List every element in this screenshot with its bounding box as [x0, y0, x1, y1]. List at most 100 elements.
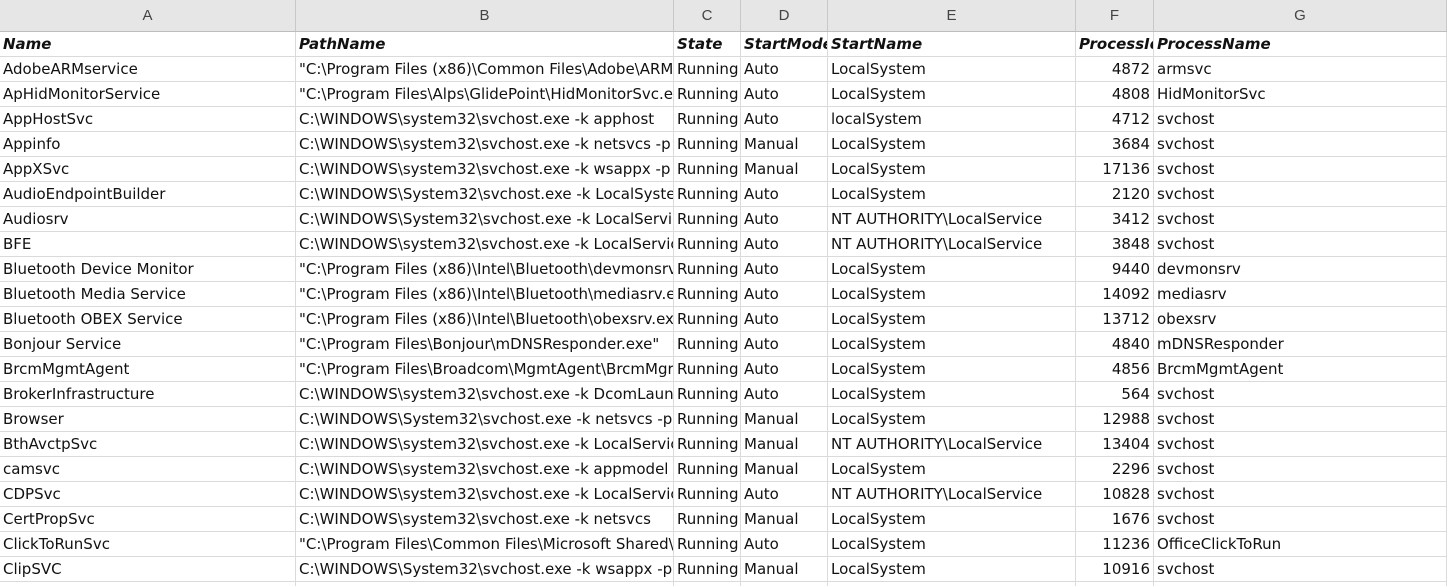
cell-processname[interactable]: svchost	[1154, 557, 1447, 581]
cell-pathname[interactable]: C:\WINDOWS\system32\svchost.exe -k appmo…	[296, 457, 674, 481]
cell-state[interactable]: Running	[674, 282, 741, 306]
cell-startname[interactable]: LocalSystem	[828, 332, 1076, 356]
cell-name[interactable]: Browser	[0, 407, 296, 431]
cell-processid[interactable]: 11236	[1076, 532, 1154, 556]
cell-name[interactable]: BthAvctpSvc	[0, 432, 296, 456]
cell-name[interactable]: CoreMessagingRegistrar	[0, 582, 296, 586]
cell-startmode[interactable]: Auto	[741, 582, 828, 586]
cell-state[interactable]: Running	[674, 582, 741, 586]
cell-processname[interactable]: BrcmMgmtAgent	[1154, 357, 1447, 381]
cell-processname[interactable]: svchost	[1154, 132, 1447, 156]
cell-name[interactable]: camsvc	[0, 457, 296, 481]
cell-startmode[interactable]: Manual	[741, 557, 828, 581]
cell-processid[interactable]: 10828	[1076, 482, 1154, 506]
cell-processname[interactable]: svchost	[1154, 382, 1447, 406]
cell-pathname[interactable]: "C:\Program Files (x86)\Intel\Bluetooth\…	[296, 257, 674, 281]
cell-startmode[interactable]: Auto	[741, 232, 828, 256]
cell-processname[interactable]: svchost	[1154, 507, 1447, 531]
cell-name[interactable]: Bonjour Service	[0, 332, 296, 356]
cell-processid[interactable]: 1748	[1076, 582, 1154, 586]
cell-processid[interactable]: 2120	[1076, 182, 1154, 206]
cell-processname[interactable]: armsvc	[1154, 57, 1447, 81]
cell-pathname[interactable]: "C:\Program Files\Alps\GlidePoint\HidMon…	[296, 82, 674, 106]
cell-startmode[interactable]: Auto	[741, 182, 828, 206]
cell-state[interactable]: Running	[674, 257, 741, 281]
cell-state[interactable]: Running	[674, 207, 741, 231]
header-cell-name[interactable]: Name	[0, 32, 296, 56]
cell-pathname[interactable]: "C:\Program Files\Broadcom\MgmtAgent\Brc…	[296, 357, 674, 381]
cell-startname[interactable]: LocalSystem	[828, 132, 1076, 156]
cell-state[interactable]: Running	[674, 332, 741, 356]
cell-startname[interactable]: LocalSystem	[828, 157, 1076, 181]
cell-startmode[interactable]: Auto	[741, 107, 828, 131]
cell-startmode[interactable]: Auto	[741, 332, 828, 356]
cell-processid[interactable]: 1676	[1076, 507, 1154, 531]
cell-pathname[interactable]: "C:\Program Files (x86)\Intel\Bluetooth\…	[296, 282, 674, 306]
cell-name[interactable]: AppXSvc	[0, 157, 296, 181]
cell-processname[interactable]: OfficeClickToRun	[1154, 532, 1447, 556]
cell-startname[interactable]: NT AUTHORITY\LocalService	[828, 207, 1076, 231]
cell-pathname[interactable]: C:\WINDOWS\system32\svchost.exe -k appho…	[296, 107, 674, 131]
cell-startname[interactable]: LocalSystem	[828, 407, 1076, 431]
cell-pathname[interactable]: C:\WINDOWS\system32\svchost.exe -k netsv…	[296, 132, 674, 156]
cell-processname[interactable]: HidMonitorSvc	[1154, 82, 1447, 106]
cell-startmode[interactable]: Auto	[741, 532, 828, 556]
cell-state[interactable]: Running	[674, 382, 741, 406]
cell-startname[interactable]: LocalSystem	[828, 182, 1076, 206]
cell-processid[interactable]: 4808	[1076, 82, 1154, 106]
cell-startname[interactable]: LocalSystem	[828, 357, 1076, 381]
cell-pathname[interactable]: C:\WINDOWS\System32\svchost.exe -k Local…	[296, 182, 674, 206]
cell-startname[interactable]: LocalSystem	[828, 557, 1076, 581]
cell-state[interactable]: Running	[674, 82, 741, 106]
cell-pathname[interactable]: "C:\Program Files (x86)\Intel\Bluetooth\…	[296, 307, 674, 331]
cell-startname[interactable]: LocalSystem	[828, 382, 1076, 406]
column-header-e[interactable]: E	[828, 0, 1076, 31]
cell-startmode[interactable]: Manual	[741, 457, 828, 481]
cell-name[interactable]: Bluetooth Device Monitor	[0, 257, 296, 281]
column-header-c[interactable]: C	[674, 0, 741, 31]
cell-pathname[interactable]: C:\WINDOWS\system32\svchost.exe -k DcomL…	[296, 382, 674, 406]
header-cell-pathname[interactable]: PathName	[296, 32, 674, 56]
cell-name[interactable]: BFE	[0, 232, 296, 256]
cell-name[interactable]: ClickToRunSvc	[0, 532, 296, 556]
cell-processid[interactable]: 13404	[1076, 432, 1154, 456]
cell-startmode[interactable]: Auto	[741, 282, 828, 306]
cell-state[interactable]: Running	[674, 532, 741, 556]
cell-processname[interactable]: svchost	[1154, 157, 1447, 181]
cell-name[interactable]: Appinfo	[0, 132, 296, 156]
cell-pathname[interactable]: C:\WINDOWS\system32\svchost.exe -k netsv…	[296, 507, 674, 531]
cell-pathname[interactable]: C:\WINDOWS\system32\svchost.exe -k Local…	[296, 432, 674, 456]
cell-pathname[interactable]: "C:\Program Files\Common Files\Microsoft…	[296, 532, 674, 556]
cell-startname[interactable]: NT AUTHORITY\LocalService	[828, 582, 1076, 586]
cell-state[interactable]: Running	[674, 432, 741, 456]
cell-state[interactable]: Running	[674, 482, 741, 506]
cell-startname[interactable]: localSystem	[828, 107, 1076, 131]
cell-startname[interactable]: LocalSystem	[828, 307, 1076, 331]
cell-state[interactable]: Running	[674, 57, 741, 81]
cell-state[interactable]: Running	[674, 407, 741, 431]
cell-startmode[interactable]: Manual	[741, 432, 828, 456]
cell-name[interactable]: BrokerInfrastructure	[0, 382, 296, 406]
cell-startmode[interactable]: Auto	[741, 257, 828, 281]
cell-processid[interactable]: 4840	[1076, 332, 1154, 356]
column-header-g[interactable]: G	[1154, 0, 1447, 31]
cell-processname[interactable]: svchost	[1154, 407, 1447, 431]
cell-pathname[interactable]: "C:\Program Files\Bonjour\mDNSResponder.…	[296, 332, 674, 356]
cell-startmode[interactable]: Auto	[741, 207, 828, 231]
cell-processid[interactable]: 4712	[1076, 107, 1154, 131]
cell-startmode[interactable]: Auto	[741, 357, 828, 381]
cell-startmode[interactable]: Auto	[741, 482, 828, 506]
cell-name[interactable]: CertPropSvc	[0, 507, 296, 531]
cell-startmode[interactable]: Auto	[741, 57, 828, 81]
cell-state[interactable]: Running	[674, 507, 741, 531]
cell-processname[interactable]: svchost	[1154, 107, 1447, 131]
cell-name[interactable]: CDPSvc	[0, 482, 296, 506]
cell-state[interactable]: Running	[674, 557, 741, 581]
header-cell-processname[interactable]: ProcessName	[1154, 32, 1447, 56]
cell-processname[interactable]: svchost	[1154, 482, 1447, 506]
column-header-d[interactable]: D	[741, 0, 828, 31]
cell-state[interactable]: Running	[674, 307, 741, 331]
cell-name[interactable]: Bluetooth Media Service	[0, 282, 296, 306]
cell-processname[interactable]: obexsrv	[1154, 307, 1447, 331]
cell-name[interactable]: ApHidMonitorService	[0, 82, 296, 106]
